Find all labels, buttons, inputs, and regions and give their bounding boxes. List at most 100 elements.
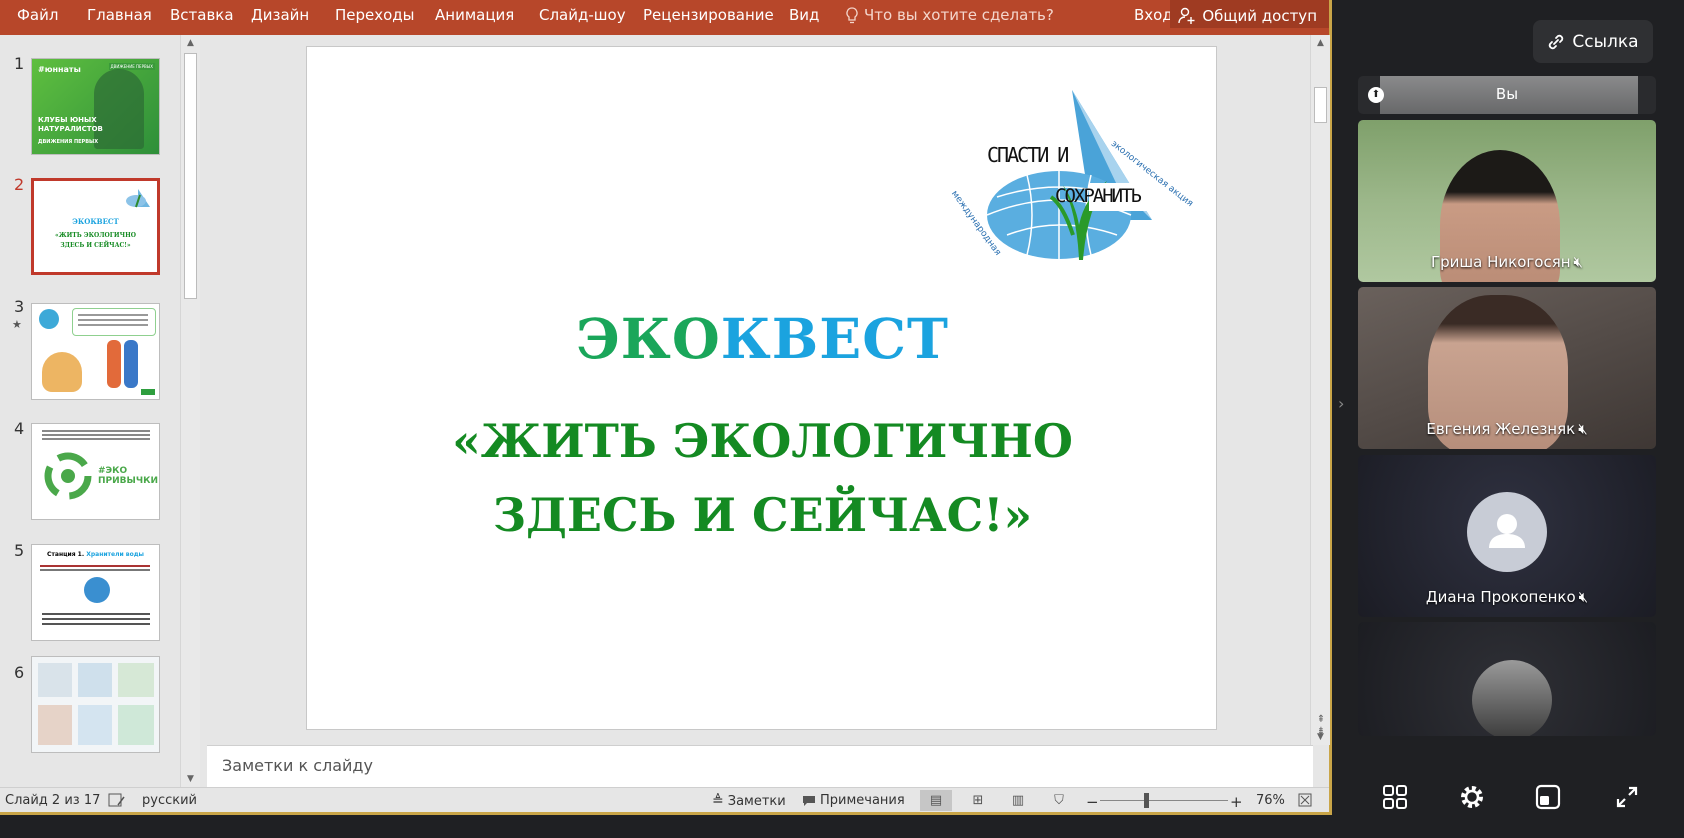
zoom-out-icon[interactable]: − [1086,793,1099,811]
current-slide-canvas[interactable]: СПАСТИ И СОХРАНИТЬ экологическая акция м… [306,46,1217,730]
thumb4-label: ПРИВЫЧКИ [98,476,159,486]
fullscreen-icon[interactable] [1607,777,1647,817]
zoom-slider-handle[interactable] [1144,793,1149,808]
menu-view[interactable]: Вид [789,6,819,24]
slide-thumbnail-3[interactable] [31,303,160,400]
participant-avatar [1472,660,1552,736]
participant-tile-diana[interactable]: Диана Прокопенко 🔇︎ [1358,455,1656,617]
tell-me-search[interactable]: Что вы хотите сделать? [846,6,1054,24]
scroll-thumb[interactable] [1314,87,1327,123]
lightbulb-icon [846,6,858,23]
zoom-level[interactable]: 76% [1256,793,1285,808]
layout-toggle-icon[interactable] [1528,777,1568,817]
thumb3-figure [107,340,121,388]
comments-toggle[interactable]: Примечания [802,793,905,808]
participant-tile-grisha[interactable]: Гриша Никогосян 🔇︎ [1358,120,1656,282]
reading-view-icon[interactable]: ▥ [1002,790,1034,811]
thumbnails-scrollbar[interactable]: ▲ ▼ [180,35,200,787]
slide-thumbnail-5[interactable]: Станция 1. Хранители воды [31,544,160,641]
slide-title[interactable]: ЭКОКВЕСТ [307,306,1218,371]
fit-to-window-icon[interactable] [1298,793,1312,807]
slide-thumbnail-2[interactable]: ЭКОКВЕСТ «ЖИТЬ ЭКОЛОГИЧНО ЗДЕСЬ И СЕЙЧАС… [31,178,160,275]
scroll-up-arrow-icon[interactable]: ▲ [1311,35,1330,51]
slide-thumbnail-1[interactable]: #юннаты ДВИЖЕНИЕ ПЕРВЫХ КЛУБЫ ЮНЫХ НАТУР… [31,58,160,155]
copy-link-button[interactable]: Ссылка [1533,20,1653,63]
thumb1-brand: #юннаты [38,65,81,74]
recycle-icon [44,452,92,500]
ribbon-menu-bar: Файл Главная Вставка Дизайн Переходы Ани… [0,0,1329,35]
slide-thumbnail-4[interactable]: #ЭКО ПРИВЫЧКИ [31,423,160,520]
menu-slideshow[interactable]: Слайд-шоу [539,6,626,24]
thumb2-line1: ЭКОКВЕСТ [72,217,119,226]
slide-thumbnail-6[interactable] [31,656,160,753]
thumb2-logo [126,189,150,208]
thumb5-text [40,565,150,567]
menu-insert[interactable]: Вставка [170,6,234,24]
normal-view-icon[interactable]: ▤ [920,790,952,811]
thumb6-tile [118,663,154,697]
spellcheck-icon[interactable] [108,793,126,808]
menu-design[interactable]: Дизайн [251,6,309,24]
menu-home[interactable]: Главная [87,6,152,24]
status-bar: Слайд 2 из 17 русский ≜ Заметки Примечан… [0,787,1329,812]
participant-tile-unknown[interactable] [1358,622,1656,736]
thumb2-line2: «ЖИТЬ ЭКОЛОГИЧНО [55,232,136,239]
slide-subtitle-line1[interactable]: «ЖИТЬ ЭКОЛОГИЧНО [307,414,1218,468]
menu-transitions[interactable]: Переходы [335,6,415,24]
notes-toggle[interactable]: ≜ Заметки [712,793,786,809]
mic-muted-icon: 🔇︎ [1573,253,1583,271]
settings-gear-icon[interactable] [1452,777,1492,817]
slide-counter: Слайд 2 из 17 [5,793,101,808]
slide-subtitle-line2[interactable]: ЗДЕСЬ И СЕЙЧАС!» [307,488,1218,542]
slide-thumbnails-pane: 1 2 3 ★ 4 5 6 #юннаты ДВИЖЕНИЕ ПЕРВЫХ КЛ… [0,35,184,787]
slideshow-view-icon[interactable]: ⛉ [1043,790,1075,811]
zoom-slider[interactable] [1100,800,1228,801]
menu-animation[interactable]: Анимация [435,6,514,24]
notes-toggle-label: Заметки [727,793,786,809]
thumb3-text [78,314,148,316]
thumb5-title: Станция 1. Хранители воды [32,551,159,558]
share-button[interactable]: Общий доступ [1170,0,1329,28]
thumb-number: 1 [14,54,25,73]
slide-sorter-icon[interactable]: ⊞ [962,790,994,811]
collapse-panel-chevron-icon[interactable]: › [1338,394,1344,413]
notes-pane[interactable]: Заметки к слайду [207,745,1313,787]
thumb-number: 6 [14,663,25,682]
logo-text-sohranit: СОХРАНИТЬ [1055,185,1142,207]
participant-name-label: Евгения Железняк 🔇︎ [1358,420,1656,438]
person-icon [1489,514,1525,548]
animation-star-icon: ★ [12,318,22,331]
title-kvest: КВЕСТ [720,306,949,371]
self-label: Вы [1495,85,1519,103]
menu-review[interactable]: Рецензирование [643,6,774,24]
login-link[interactable]: Вход [1134,6,1173,24]
thumb6-tile [38,705,72,745]
scroll-thumb[interactable] [184,53,197,299]
menu-file[interactable]: Файл [17,6,58,24]
grid-view-icon[interactable] [1375,777,1415,817]
thumb5-globe [84,577,110,603]
language-indicator[interactable]: русский [142,793,197,808]
participant-tile-evgenia[interactable]: Евгения Железняк 🔇︎ [1358,287,1656,449]
link-icon [1549,34,1564,49]
prev-next-slide-icons[interactable]: ⇞ ⇟ [1312,714,1330,738]
thumb3-figure [124,340,138,388]
mic-muted-icon: 🔇︎ [1578,420,1588,438]
thumb2-line3: ЗДЕСЬ И СЕЙЧАС!» [60,242,131,249]
thumb6-tile [38,663,72,697]
self-video-tile[interactable]: ⬆ Вы [1358,76,1656,114]
add-person-icon [1178,7,1195,24]
scroll-down-arrow-icon[interactable]: ▼ [181,771,200,787]
tell-me-label: Что вы хотите сделать? [864,6,1054,24]
zoom-in-icon[interactable]: + [1230,793,1243,811]
notes-icon: ≜ [712,793,724,809]
scroll-up-arrow-icon[interactable]: ▲ [181,35,200,51]
slide-scrollbar[interactable]: ▲ ▼ [1310,35,1330,745]
comment-icon [803,795,815,806]
thumb3-figure [42,352,82,392]
thumb6-tile [118,705,154,745]
thumb3-badge [141,389,155,395]
share-label: Общий доступ [1202,7,1317,25]
thumb3-earth [39,309,59,329]
mic-muted-icon: 🔇︎ [1578,588,1589,606]
